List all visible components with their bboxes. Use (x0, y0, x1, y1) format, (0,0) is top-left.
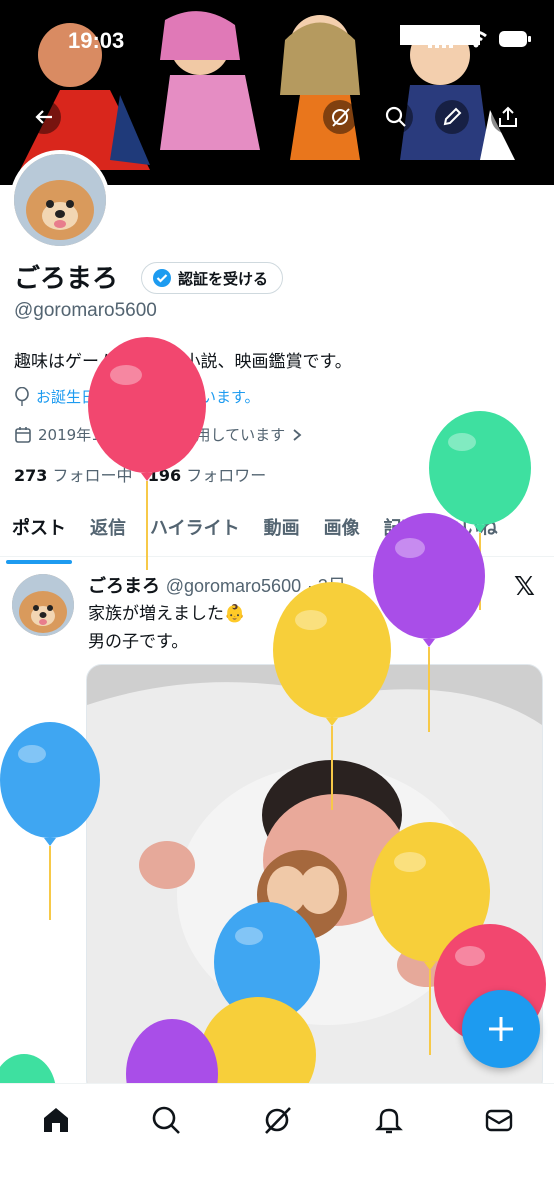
grok-icon (265, 1107, 291, 1134)
tab-posts[interactable]: ポスト (0, 508, 78, 564)
share-icon (499, 106, 517, 127)
status-time: 19:03 (68, 28, 125, 53)
back-arrow-icon (35, 110, 52, 124)
balloon-yellow (273, 582, 391, 810)
post-text: 家族が増えました👶 男の子です。 (88, 600, 245, 656)
edit-pencil-icon (443, 107, 462, 126)
nav-grok[interactable] (257, 1100, 297, 1140)
post-line-2: 男の子です。 (88, 632, 189, 652)
profile-handle: @goromaro5600 (14, 300, 157, 321)
grok-icon (332, 108, 350, 127)
search-button[interactable] (379, 100, 413, 134)
dog-avatar-image (12, 574, 74, 636)
balloon-red (88, 337, 206, 570)
verify-label: 認証を受ける (178, 269, 269, 288)
verify-button[interactable]: 認証を受ける (141, 262, 284, 294)
compose-button[interactable] (462, 990, 540, 1068)
dog-avatar-image (14, 154, 106, 246)
bottom-navigation (0, 1083, 554, 1201)
balloon-purple (126, 1019, 218, 1083)
mail-icon (485, 1109, 513, 1132)
post-author[interactable]: ごろまろ (88, 576, 160, 597)
tab-videos[interactable]: 動画 (252, 508, 312, 556)
balloon-icon (15, 386, 29, 406)
following-count: 273 (14, 466, 48, 485)
tab-images[interactable]: 画像 (312, 508, 372, 556)
chevron-right-icon (293, 428, 302, 441)
post-line-1: 家族が増えました👶 (88, 604, 246, 624)
home-icon (44, 1108, 68, 1132)
profile-name: ごろまろ (14, 264, 119, 294)
nav-notifications[interactable] (369, 1100, 409, 1140)
signal-icon (428, 30, 453, 48)
nav-messages[interactable] (479, 1100, 519, 1140)
balloon-blue (0, 722, 100, 920)
search-icon (385, 106, 406, 127)
grok-button[interactable] (323, 100, 357, 134)
nav-search[interactable] (146, 1100, 186, 1140)
back-button[interactable] (27, 100, 61, 134)
post-avatar[interactable] (12, 574, 74, 636)
share-button[interactable] (491, 100, 525, 134)
plus-icon (489, 1017, 513, 1041)
bell-icon (375, 1108, 403, 1134)
balloon-green (0, 1054, 56, 1083)
profile-avatar[interactable] (10, 150, 110, 250)
nav-home[interactable] (36, 1100, 76, 1140)
wifi-icon (465, 30, 487, 48)
search-icon (152, 1106, 180, 1134)
calendar-icon (15, 426, 31, 443)
battery-icon (499, 31, 531, 47)
edit-button[interactable] (435, 100, 469, 134)
verified-badge-icon (153, 269, 171, 287)
status-icons (428, 30, 532, 48)
